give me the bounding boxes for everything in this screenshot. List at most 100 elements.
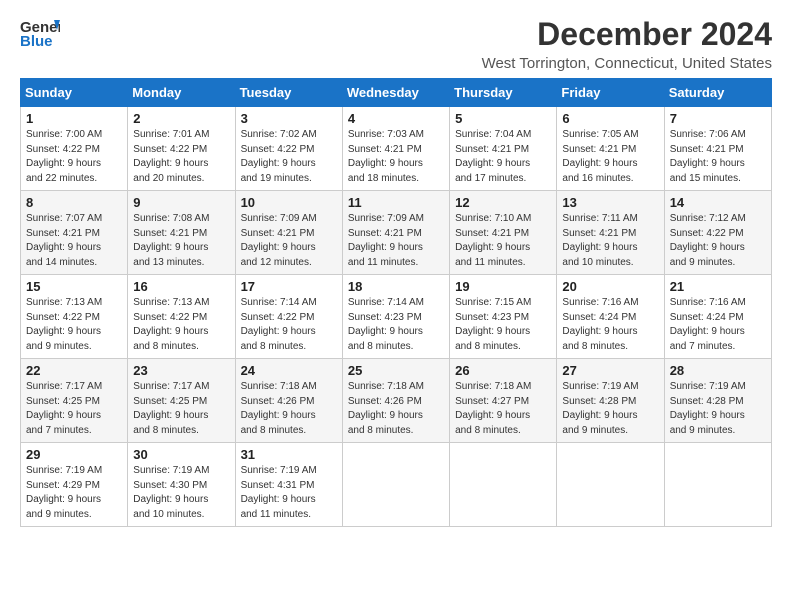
- day-info: Sunrise: 7:16 AMSunset: 4:24 PMDaylight:…: [670, 296, 766, 354]
- day-number: 25: [348, 363, 444, 378]
- calendar-day-5: 5 Sunrise: 7:04 AMSunset: 4:21 PMDaylight…: [450, 107, 557, 191]
- day-info: Sunrise: 7:07 AMSunset: 4:21 PMDaylight:…: [26, 212, 122, 270]
- day-info: Sunrise: 7:19 AMSunset: 4:30 PMDaylight:…: [133, 464, 229, 522]
- day-info: Sunrise: 7:19 AMSunset: 4:31 PMDaylight:…: [241, 464, 337, 522]
- title-section: December 2024 West Torrington, Connectic…: [482, 16, 772, 72]
- calendar-week-1: 1Sunrise: 7:00 AMSunset: 4:22 PMDaylight…: [21, 107, 772, 191]
- calendar-week-2: 8 Sunrise: 7:07 AMSunset: 4:21 PMDaylight…: [21, 191, 772, 275]
- calendar-day-10: 10 Sunrise: 7:09 AMSunset: 4:21 PMDayligh…: [235, 191, 342, 275]
- calendar-week-5: 29Sunrise: 7:19 AMSunset: 4:29 PMDayligh…: [21, 443, 772, 527]
- header: General Blue December 2024 West Torringt…: [20, 16, 772, 72]
- calendar-day-24: 24Sunrise: 7:18 AMSunset: 4:26 PMDayligh…: [235, 359, 342, 443]
- day-info: Sunrise: 7:16 AMSunset: 4:24 PMDaylight:…: [562, 296, 658, 354]
- day-number: 18: [348, 279, 444, 294]
- day-info: Sunrise: 7:17 AMSunset: 4:25 PMDaylight:…: [133, 380, 229, 438]
- calendar-day-8: 8 Sunrise: 7:07 AMSunset: 4:21 PMDaylight…: [21, 191, 128, 275]
- weekday-header-sunday: Sunday: [21, 79, 128, 107]
- empty-cell: [664, 443, 771, 527]
- calendar-day-2: 2 Sunrise: 7:01 AMSunset: 4:22 PMDaylight…: [128, 107, 235, 191]
- calendar-day-26: 26 Sunrise: 7:18 AMSunset: 4:27 PMDayligh…: [450, 359, 557, 443]
- calendar-day-18: 18 Sunrise: 7:14 AMSunset: 4:23 PMDayligh…: [342, 275, 449, 359]
- calendar-day-3: 3Sunrise: 7:02 AMSunset: 4:22 PMDaylight…: [235, 107, 342, 191]
- empty-cell: [450, 443, 557, 527]
- day-number: 4: [348, 111, 444, 126]
- day-info: Sunrise: 7:18 AMSunset: 4:27 PMDaylight:…: [455, 380, 551, 438]
- weekday-header-saturday: Saturday: [664, 79, 771, 107]
- calendar-day-23: 23 Sunrise: 7:17 AMSunset: 4:25 PMDayligh…: [128, 359, 235, 443]
- calendar-day-22: 22Sunrise: 7:17 AMSunset: 4:25 PMDayligh…: [21, 359, 128, 443]
- weekday-header-friday: Friday: [557, 79, 664, 107]
- empty-cell: [342, 443, 449, 527]
- day-info: Sunrise: 7:12 AMSunset: 4:22 PMDaylight:…: [670, 212, 766, 270]
- calendar-day-17: 17 Sunrise: 7:14 AMSunset: 4:22 PMDayligh…: [235, 275, 342, 359]
- calendar-week-3: 15Sunrise: 7:13 AMSunset: 4:22 PMDayligh…: [21, 275, 772, 359]
- day-info: Sunrise: 7:14 AMSunset: 4:23 PMDaylight:…: [348, 296, 444, 354]
- day-info: Sunrise: 7:19 AMSunset: 4:28 PMDaylight:…: [562, 380, 658, 438]
- logo: General Blue: [20, 16, 62, 52]
- day-number: 3: [241, 111, 337, 126]
- calendar-day-28: 28 Sunrise: 7:19 AMSunset: 4:28 PMDayligh…: [664, 359, 771, 443]
- day-number: 21: [670, 279, 766, 294]
- day-number: 2: [133, 111, 229, 126]
- day-number: 5: [455, 111, 551, 126]
- day-number: 14: [670, 195, 766, 210]
- day-number: 7: [670, 111, 766, 126]
- day-info: Sunrise: 7:18 AMSunset: 4:26 PMDaylight:…: [241, 380, 337, 438]
- weekday-header-tuesday: Tuesday: [235, 79, 342, 107]
- calendar-header-row: SundayMondayTuesdayWednesdayThursdayFrid…: [21, 79, 772, 107]
- calendar-day-9: 9Sunrise: 7:08 AMSunset: 4:21 PMDaylight…: [128, 191, 235, 275]
- day-number: 30: [133, 447, 229, 462]
- day-info: Sunrise: 7:05 AMSunset: 4:21 PMDaylight:…: [562, 128, 658, 186]
- day-number: 11: [348, 195, 444, 210]
- day-info: Sunrise: 7:09 AMSunset: 4:21 PMDaylight:…: [348, 212, 444, 270]
- day-number: 9: [133, 195, 229, 210]
- day-info: Sunrise: 7:15 AMSunset: 4:23 PMDaylight:…: [455, 296, 551, 354]
- calendar-day-31: 31 Sunrise: 7:19 AMSunset: 4:31 PMDayligh…: [235, 443, 342, 527]
- day-number: 22: [26, 363, 122, 378]
- calendar-day-15: 15Sunrise: 7:13 AMSunset: 4:22 PMDayligh…: [21, 275, 128, 359]
- day-number: 27: [562, 363, 658, 378]
- calendar-week-4: 22 Sunrise: 7:17 AMSunset: 4:25 PMDayligh…: [21, 359, 772, 443]
- calendar-day-30: 30 Sunrise: 7:19 AMSunset: 4:30 PMDayligh…: [128, 443, 235, 527]
- day-info: Sunrise: 7:10 AMSunset: 4:21 PMDaylight:…: [455, 212, 551, 270]
- day-info: Sunrise: 7:18 AMSunset: 4:26 PMDaylight:…: [348, 380, 444, 438]
- calendar-day-25: 25 Sunrise: 7:18 AMSunset: 4:26 PMDayligh…: [342, 359, 449, 443]
- day-number: 20: [562, 279, 658, 294]
- day-number: 29: [26, 447, 122, 462]
- day-info: Sunrise: 7:19 AMSunset: 4:28 PMDaylight:…: [670, 380, 766, 438]
- day-number: 23: [133, 363, 229, 378]
- calendar-day-11: 11 Sunrise: 7:09 AMSunset: 4:21 PMDayligh…: [342, 191, 449, 275]
- day-info: Sunrise: 7:11 AMSunset: 4:21 PMDaylight:…: [562, 212, 658, 270]
- day-number: 26: [455, 363, 551, 378]
- day-info: Sunrise: 7:09 AMSunset: 4:21 PMDaylight:…: [241, 212, 337, 270]
- day-info: Sunrise: 7:01 AMSunset: 4:22 PMDaylight:…: [133, 128, 229, 186]
- day-info: Sunrise: 7:06 AMSunset: 4:21 PMDaylight:…: [670, 128, 766, 186]
- day-number: 16: [133, 279, 229, 294]
- empty-cell: [557, 443, 664, 527]
- day-number: 10: [241, 195, 337, 210]
- day-number: 17: [241, 279, 337, 294]
- day-number: 28: [670, 363, 766, 378]
- day-info: Sunrise: 7:14 AMSunset: 4:22 PMDaylight:…: [241, 296, 337, 354]
- day-number: 31: [241, 447, 337, 462]
- calendar-day-12: 12 Sunrise: 7:10 AMSunset: 4:21 PMDayligh…: [450, 191, 557, 275]
- calendar-day-14: 14 Sunrise: 7:12 AMSunset: 4:22 PMDayligh…: [664, 191, 771, 275]
- day-number: 12: [455, 195, 551, 210]
- calendar-day-4: 4 Sunrise: 7:03 AMSunset: 4:21 PMDaylight…: [342, 107, 449, 191]
- calendar-day-21: 21 Sunrise: 7:16 AMSunset: 4:24 PMDayligh…: [664, 275, 771, 359]
- calendar-day-6: 6 Sunrise: 7:05 AMSunset: 4:21 PMDaylight…: [557, 107, 664, 191]
- calendar-day-29: 29Sunrise: 7:19 AMSunset: 4:29 PMDayligh…: [21, 443, 128, 527]
- calendar-day-1: 1Sunrise: 7:00 AMSunset: 4:22 PMDaylight…: [21, 107, 128, 191]
- day-info: Sunrise: 7:04 AMSunset: 4:21 PMDaylight:…: [455, 128, 551, 186]
- calendar-day-19: 19Sunrise: 7:15 AMSunset: 4:23 PMDayligh…: [450, 275, 557, 359]
- weekday-header-monday: Monday: [128, 79, 235, 107]
- main-title: December 2024: [482, 16, 772, 53]
- day-number: 8: [26, 195, 122, 210]
- weekday-header-thursday: Thursday: [450, 79, 557, 107]
- day-info: Sunrise: 7:03 AMSunset: 4:21 PMDaylight:…: [348, 128, 444, 186]
- day-info: Sunrise: 7:13 AMSunset: 4:22 PMDaylight:…: [26, 296, 122, 354]
- day-number: 1: [26, 111, 122, 126]
- logo-icon: General Blue: [20, 16, 60, 52]
- calendar-day-16: 16Sunrise: 7:13 AMSunset: 4:22 PMDayligh…: [128, 275, 235, 359]
- day-number: 6: [562, 111, 658, 126]
